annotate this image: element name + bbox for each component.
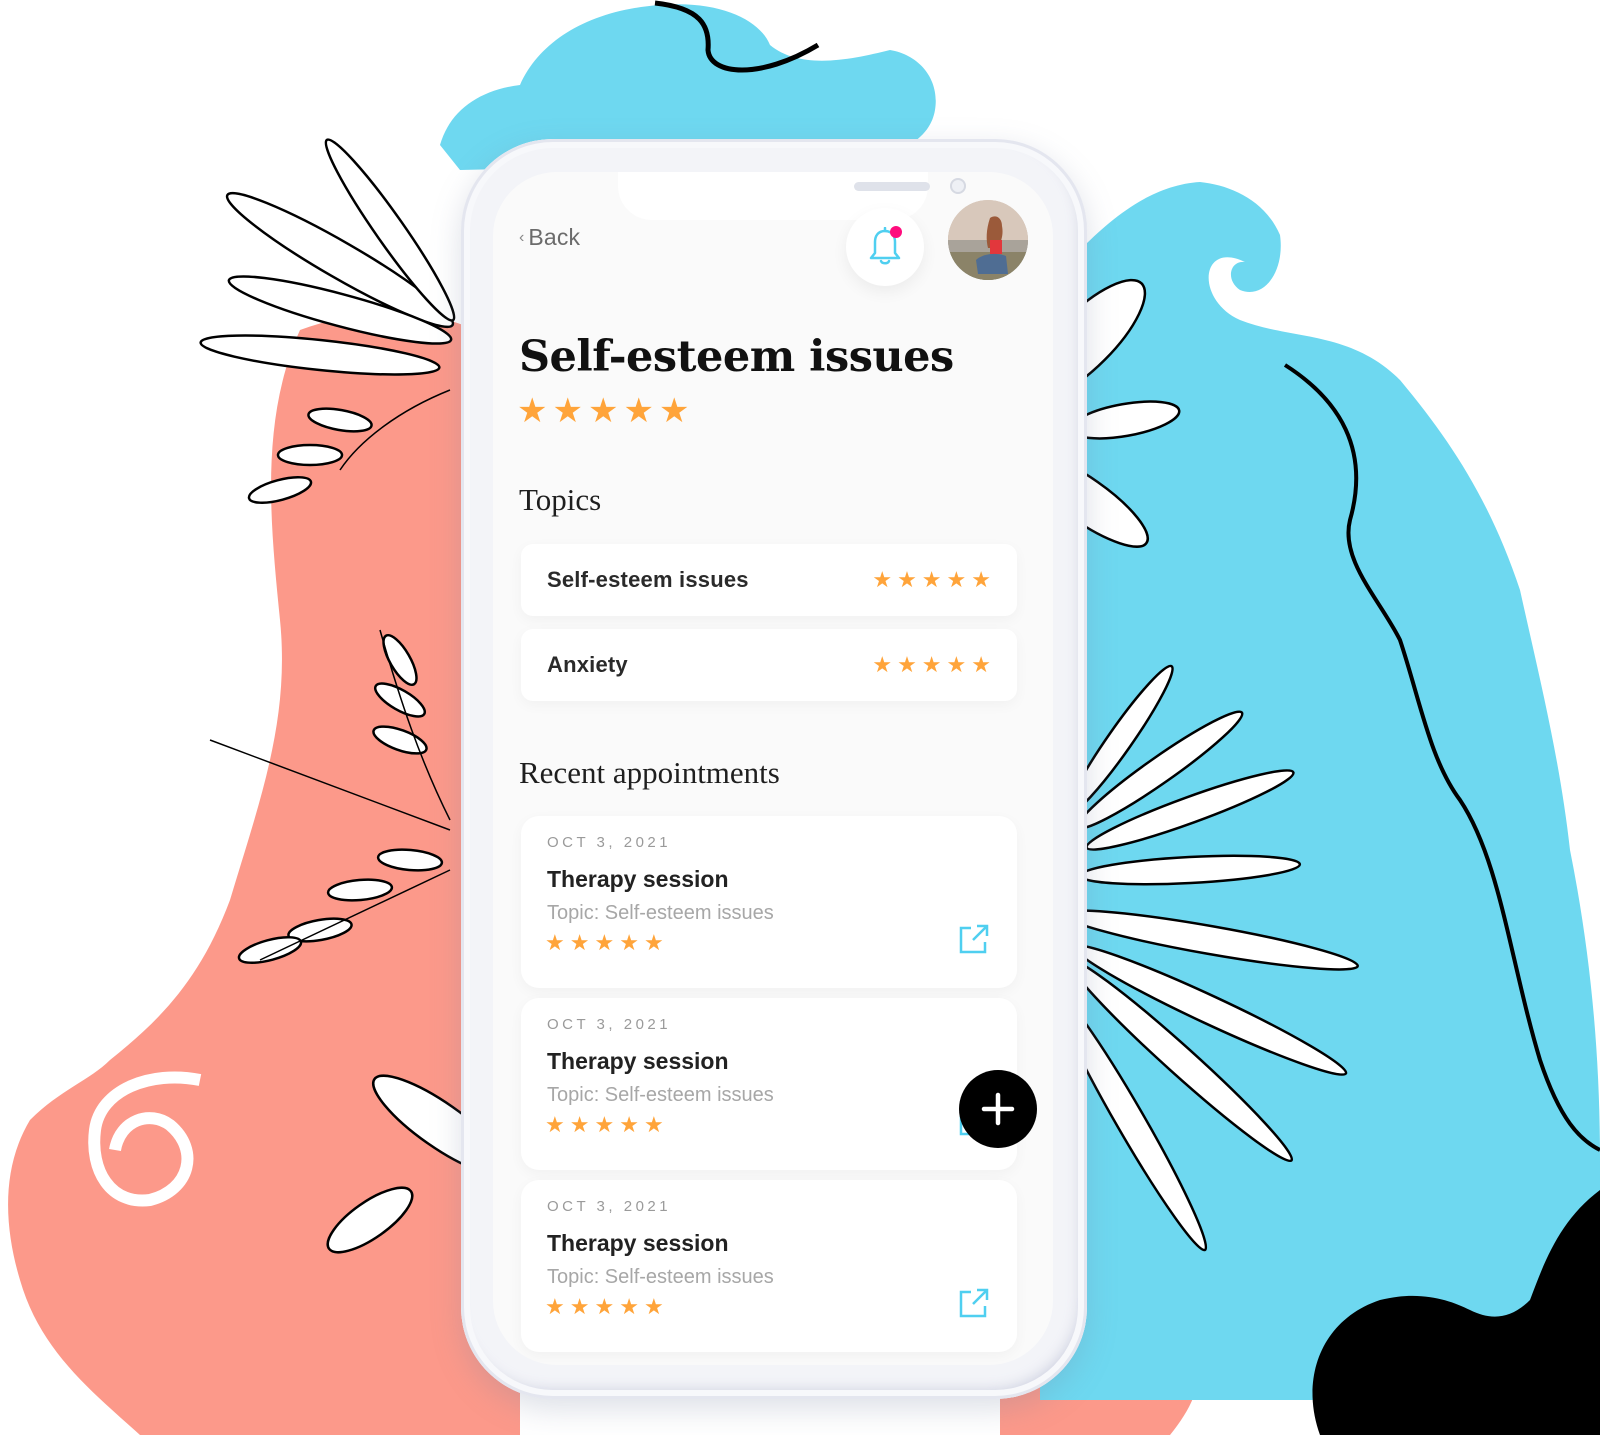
star-icon: ★ [643,1294,664,1319]
appointment-date: OCT 3, 2021 [547,834,672,851]
star-icon: ★ [897,567,917,592]
coral-blob [8,313,521,1435]
star-icon: ★ [552,392,583,430]
appointment-rating: ★ ★ ★ ★ ★ [545,932,664,954]
app-screen: ‹ Back Self-esteem issues ★ ★ ★ ★ ★ Topi… [493,172,1053,1365]
star-icon: ★ [946,567,967,592]
star-icon: ★ [619,1294,639,1319]
add-appointment-button[interactable] [959,1070,1037,1148]
star-icon: ★ [594,930,615,955]
notifications-button[interactable] [846,208,924,286]
topic-item[interactable]: Anxiety ★ ★ ★ ★ ★ [521,629,1017,701]
appointment-card[interactable]: OCT 3, 2021 Therapy session Topic: Self-… [521,998,1017,1170]
external-link-icon[interactable] [957,922,991,956]
star-icon: ★ [594,1294,615,1319]
user-avatar[interactable] [948,200,1028,280]
star-icon: ★ [971,652,991,677]
star-icon: ★ [643,930,664,955]
appointment-date: OCT 3, 2021 [547,1198,672,1215]
appointment-date: OCT 3, 2021 [547,1016,672,1033]
star-icon: ★ [897,652,917,677]
topic-name: Self-esteem issues [547,567,749,592]
star-icon: ★ [619,1112,639,1137]
appointment-topic: Topic: Self-esteem issues [547,1084,774,1106]
topic-rating: ★ ★ ★ ★ ★ [872,654,991,676]
topic-rating: ★ ★ ★ ★ ★ [872,569,991,591]
star-icon: ★ [587,392,619,430]
page-title: Self-esteem issues [519,332,954,382]
star-icon: ★ [946,652,967,677]
front-camera [950,178,966,194]
notification-badge [890,226,902,238]
star-icon: ★ [545,1294,565,1319]
appointment-rating: ★ ★ ★ ★ ★ [545,1296,664,1318]
star-icon: ★ [517,392,548,430]
coral-stroke [96,499,264,832]
star-icon: ★ [971,567,991,592]
topics-heading: Topics [519,482,602,517]
plus-icon [981,1092,1015,1126]
appointment-rating: ★ ★ ★ ★ ★ [545,1114,664,1136]
external-link-icon[interactable] [957,1286,991,1320]
star-icon: ★ [594,1112,615,1137]
star-icon: ★ [569,1112,590,1137]
topic-name: Anxiety [547,652,628,677]
star-icon: ★ [643,1112,664,1137]
appointment-card[interactable]: OCT 3, 2021 Therapy session Topic: Self-… [521,816,1017,988]
appointment-card[interactable]: OCT 3, 2021 Therapy session Topic: Self-… [521,1180,1017,1352]
topic-item[interactable]: Self-esteem issues ★ ★ ★ ★ ★ [521,544,1017,616]
star-icon: ★ [569,1294,590,1319]
star-icon: ★ [545,930,565,955]
star-icon: ★ [872,652,893,677]
appointment-topic: Topic: Self-esteem issues [547,1266,774,1288]
star-icon: ★ [623,392,654,430]
star-icon: ★ [619,930,639,955]
star-icon: ★ [921,567,942,592]
appointment-title: Therapy session [547,1230,729,1256]
appointment-topic: Topic: Self-esteem issues [547,902,774,924]
star-icon: ★ [545,1112,565,1137]
star-icon: ★ [569,930,590,955]
appointments-heading: Recent appointments [519,755,780,790]
page-rating: ★ ★ ★ ★ ★ [517,394,689,428]
avatar-photo [948,200,1028,280]
star-icon: ★ [658,392,690,430]
star-icon: ★ [872,567,893,592]
star-icon: ★ [921,652,942,677]
chevron-left-icon: ‹ [519,228,525,246]
appointment-title: Therapy session [547,866,729,892]
back-button[interactable]: ‹ Back [519,224,580,251]
appointment-title: Therapy session [547,1048,729,1074]
back-label: Back [528,224,581,250]
speaker-grille [854,182,930,191]
